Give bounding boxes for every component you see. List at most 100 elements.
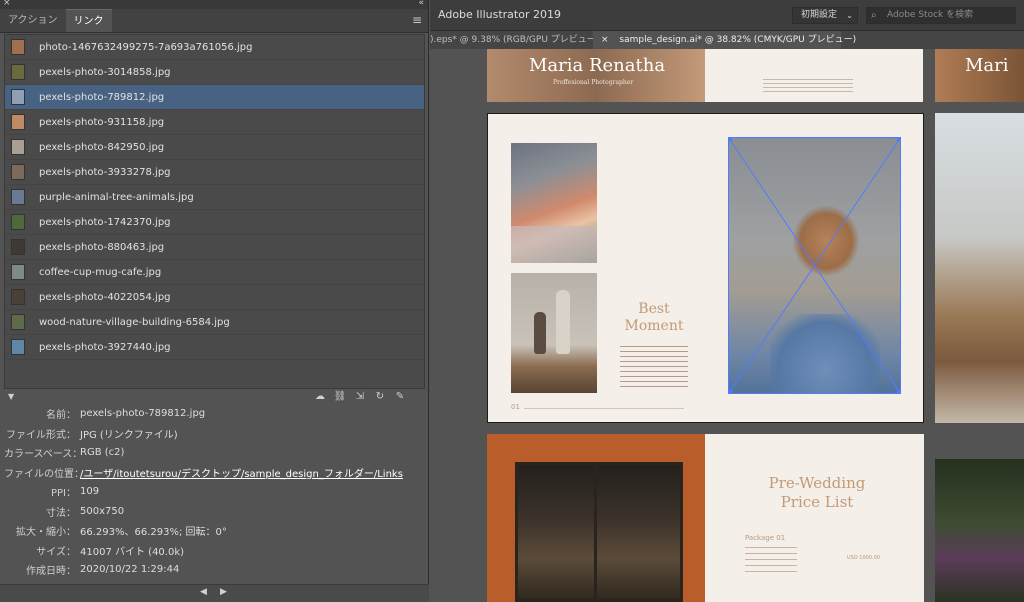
link-row[interactable]: pexels-photo-1742370.jpg [5, 210, 424, 235]
info-row: 作成日時： 2020/10/22 1:29:44 [4, 560, 425, 580]
info-label: 拡大・縮小： [16, 527, 76, 539]
artboard-price-list[interactable]: Pre-Wedding Price List Package 01 USD 10… [487, 434, 924, 602]
canvas[interactable]: Maria Renatha Proffesional Photographer … [430, 49, 1024, 602]
link-thumbnail [11, 139, 25, 155]
info-label: ファイル形式： [6, 429, 76, 441]
vases-image[interactable] [511, 273, 597, 393]
links-list: photo-1467632499275-7a693a761056.jpg pexe… [4, 34, 425, 389]
link-row[interactable]: pexels-photo-3927440.jpg [5, 335, 424, 360]
link-thumbnail [11, 339, 25, 355]
links-toolbar: ▼ ☁ ⛓ ⇲ ↻ ✎ [4, 390, 425, 404]
link-row[interactable]: purple-animal-tree-animals.jpg [5, 185, 424, 210]
next-link-icon[interactable]: ▶ [220, 587, 227, 597]
artboard-cover[interactable]: Maria Renatha Proffesional Photographer [487, 49, 923, 102]
link-name: pexels-photo-3933278.jpg [39, 166, 171, 178]
relink-icon[interactable]: ⛓ [333, 390, 347, 403]
price-list-heading: Pre-Wedding Price List [768, 474, 866, 511]
body-text-block [620, 346, 688, 390]
vase-dark [534, 312, 546, 354]
panel-tabs: アクション リンク ≡ [0, 9, 428, 33]
link-info: 名前： pexels-photo-789812.jpg ファイル形式： JPG (リン… [4, 404, 425, 602]
link-thumbnail [11, 64, 25, 80]
info-label: ファイルの位置： [4, 468, 84, 480]
edit-original-icon[interactable]: ✎ [393, 390, 407, 403]
link-row[interactable]: pexels-photo-931158.jpg [5, 110, 424, 135]
close-tab-icon[interactable]: × [601, 35, 609, 45]
panel-collapse-icon[interactable]: « [418, 0, 424, 9]
link-row[interactable]: pexels-photo-4022054.jpg [5, 285, 424, 310]
page-rule [524, 408, 684, 409]
links-panel: × « アクション リンク ≡ photo-1467632499275-7a69… [0, 0, 429, 602]
chevron-down-icon: ⌄ [846, 11, 853, 20]
info-label: 作成日時： [26, 566, 76, 578]
artboard-right-flowers[interactable] [935, 459, 1024, 602]
link-row[interactable]: photo-1467632499275-7a693a761056.jpg [5, 35, 424, 60]
info-row: ファイルの位置：/ユーザ/itoutetsurou/デスクトップ/sample_… [4, 463, 425, 483]
file-location-link[interactable]: /ユーザ/itoutetsurou/デスクトップ/sample_design_フ… [80, 465, 403, 480]
document-tab-eps[interactable]: ).eps* @ 9.38% (RGB/GPU プレビュー) [430, 31, 599, 50]
tab-links[interactable]: リンク [65, 9, 112, 32]
link-row[interactable]: pexels-photo-789812.jpg [5, 85, 424, 110]
selection-handle[interactable] [897, 137, 901, 141]
link-thumbnail [11, 289, 25, 305]
info-label: カラースペース： [4, 449, 83, 461]
info-value: 109 [80, 486, 100, 498]
workspace-switcher[interactable]: 初期設定 ⌄ [792, 7, 858, 24]
info-value: 2020/10/22 1:29:44 [80, 564, 180, 576]
cc-library-icon[interactable]: ☁ [313, 390, 327, 403]
link-row[interactable]: coffee-cup-mug-cafe.jpg [5, 260, 424, 285]
link-row[interactable]: pexels-photo-880463.jpg [5, 235, 424, 260]
tab-actions[interactable]: アクション [0, 9, 66, 32]
app-bar: Adobe Illustrator 2019 初期設定 ⌄ ⌕ Adobe St… [430, 0, 1024, 30]
panel-menu-icon[interactable]: ≡ [412, 14, 422, 26]
info-value: 66.293%、66.293%; 回転：0° [80, 527, 227, 539]
show-info-toggle-icon[interactable]: ▼ [8, 392, 14, 401]
previous-link-icon[interactable]: ◀ [200, 587, 207, 597]
document-tab-sample-design[interactable]: × sample_design.ai* @ 38.82% (CMYK/GPU プ… [593, 31, 856, 50]
link-thumbnail [11, 89, 25, 105]
link-thumbnail [11, 314, 25, 330]
panel-close-icon[interactable]: × [3, 0, 11, 9]
selected-image-frame[interactable] [728, 137, 901, 394]
link-row[interactable]: pexels-photo-3014858.jpg [5, 60, 424, 85]
artboard-cover-right[interactable]: Mari [935, 49, 1024, 102]
link-thumbnail [11, 214, 25, 230]
info-value: JPG (リンクファイル) [80, 429, 178, 441]
flowers-image-base [511, 226, 597, 263]
go-to-link-icon[interactable]: ⇲ [353, 390, 367, 403]
info-row: 寸法： 500x750 [4, 502, 425, 522]
artboard-best-moment[interactable]: Best Moment 01 [487, 113, 924, 423]
update-link-icon[interactable]: ↻ [373, 390, 387, 403]
best-moment-heading: Best Moment [624, 301, 684, 334]
cafe-window-image[interactable] [515, 462, 683, 602]
stock-search-input[interactable]: ⌕ Adobe Stock を検索 [866, 7, 1016, 24]
link-name: pexels-photo-789812.jpg [39, 91, 165, 103]
link-name: photo-1467632499275-7a693a761056.jpg [39, 41, 253, 53]
link-row[interactable]: wood-nature-village-building-6584.jpg [5, 310, 424, 335]
info-label: 寸法： [46, 507, 76, 519]
info-row: 名前： pexels-photo-789812.jpg [4, 404, 425, 424]
link-name: pexels-photo-1742370.jpg [39, 216, 171, 228]
package-items [745, 547, 797, 577]
selection-handle[interactable] [728, 137, 732, 141]
app-title: Adobe Illustrator 2019 [438, 8, 561, 21]
selection-handle[interactable] [728, 390, 732, 394]
package-title: Package 01 [745, 534, 786, 542]
link-thumbnail [11, 189, 25, 205]
artboard-right-photo[interactable] [935, 113, 1024, 423]
link-name: wood-nature-village-building-6584.jpg [39, 316, 230, 328]
stock-search-placeholder: Adobe Stock を検索 [887, 10, 974, 20]
cover-title: Maria Renatha [529, 55, 666, 76]
link-name: pexels-photo-842950.jpg [39, 141, 165, 153]
toolbar-icon-group: ☁ ⛓ ⇲ ↻ ✎ [313, 390, 407, 403]
link-row[interactable]: pexels-photo-842950.jpg [5, 135, 424, 160]
link-row[interactable]: pexels-photo-3933278.jpg [5, 160, 424, 185]
package-price: USD 1000.00 [847, 555, 880, 561]
link-thumbnail [11, 164, 25, 180]
info-value: 41007 バイト (40.0k) [80, 546, 185, 558]
info-row: 拡大・縮小： 66.293%、66.293%; 回転：0° [4, 521, 425, 541]
cover-subtitle: Proffesional Photographer [553, 79, 634, 86]
selection-handle[interactable] [897, 390, 901, 394]
info-row: PPI： 109 [4, 482, 425, 502]
link-name: pexels-photo-4022054.jpg [39, 291, 171, 303]
